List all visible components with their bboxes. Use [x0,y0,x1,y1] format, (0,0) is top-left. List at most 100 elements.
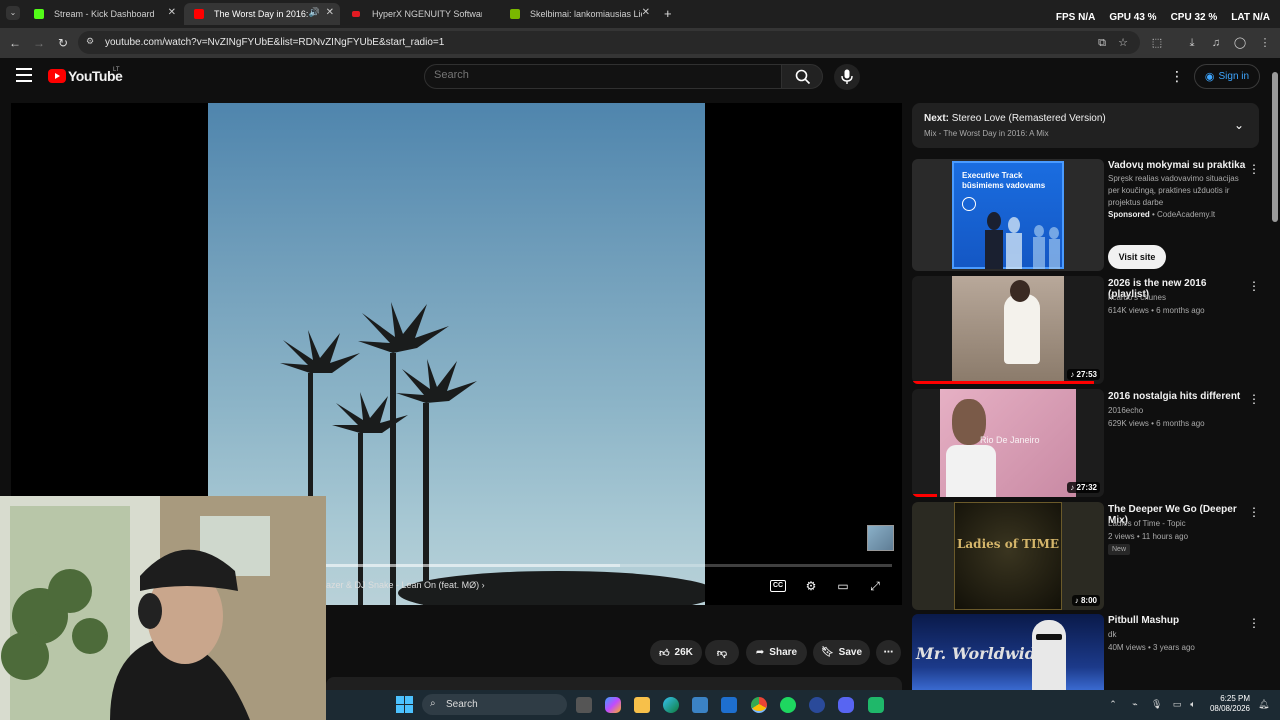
description-box[interactable] [326,677,902,691]
sign-in-button[interactable]: ◉ Sign in [1194,64,1260,89]
back-button[interactable]: ← [6,34,24,52]
settings-gear-icon[interactable]: ⚙ [802,578,820,594]
extensions-icon[interactable]: ⬚ [1150,36,1164,50]
subtitles-icon[interactable]: CC [770,580,786,592]
reload-button[interactable]: ↻ [54,34,72,52]
microphone-icon[interactable]: 🎙︎ [1151,699,1162,709]
taskbar-search-label: Search [446,699,478,710]
download-icon[interactable]: ⤓ [1185,36,1199,50]
ad-thumbnail[interactable]: Executive Track būsimiems vadovams [912,159,1104,271]
discord-icon[interactable] [838,697,854,713]
forward-button[interactable]: → [30,34,48,52]
recommendation-channel[interactable]: dk [1108,629,1248,641]
speaker-icon[interactable]: 🔊 [309,7,320,18]
spotify-icon[interactable] [780,697,796,713]
obs-app-icon[interactable] [868,697,884,713]
tab-youtube[interactable]: The Worst Day in 2016: A M 🔊 ✕ [184,3,340,25]
chevron-up-icon[interactable]: ⌃ [1108,699,1118,709]
close-icon[interactable]: ✕ [642,7,650,18]
dislike-button[interactable]: 👎︎ [705,640,739,665]
like-button[interactable]: 👍︎ 26K [650,640,702,665]
search-button[interactable] [781,64,823,89]
video-progress-bar[interactable] [326,564,892,567]
voice-search-button[interactable] [834,64,860,90]
display-icon[interactable]: ▭ [1172,699,1182,709]
clock-time: 6:25 PM [1220,694,1250,703]
bookmark-star-icon[interactable]: ☆ [1116,36,1130,50]
edge-icon[interactable] [663,697,679,713]
recommendation-title[interactable]: 2016 nostalgia hits different [1108,391,1248,402]
recommendation-thumbnail[interactable]: Rio De Janeiro ♪ 27:32 [912,389,1104,497]
file-explorer-icon[interactable] [634,697,650,713]
head-figure [1010,280,1030,302]
now-playing-chapter[interactable]: azer & DJ Snake - Lean On (feat. MØ) › [326,580,485,590]
scrollbar-thumb[interactable] [1272,72,1278,222]
shirt-figure [946,445,996,497]
task-view-icon[interactable] [576,697,592,713]
tab-skelbimai[interactable]: Skelbimai: lankomiausias Lietuv ✕ [500,3,656,25]
more-vertical-icon[interactable]: ⋮ [1248,505,1260,519]
ad-more-icon[interactable]: ⋮ [1248,162,1260,176]
sign-in-label: Sign in [1218,71,1250,82]
save-button[interactable]: 🔖︎ Save [813,640,870,665]
settings-more-icon[interactable]: ⋮ [1170,68,1184,84]
tab-kick[interactable]: Stream - Kick Dashboard ✕ [24,3,182,25]
thumbs-down-icon: 👎︎ [716,647,728,659]
rio-text: Rio De Janeiro [980,435,1040,445]
more-actions-button[interactable]: ⋯ [876,640,901,665]
tab-hyperx[interactable]: HyperX NGENUITY Software – I [342,3,498,25]
taskbar-clock[interactable]: 6:25 PM 08/08/2026 [1204,694,1250,714]
new-tab-button[interactable]: + [664,6,672,21]
hyperx-favicon-icon [352,11,360,17]
install-app-icon[interactable]: ⧉ [1095,36,1109,50]
copilot-icon[interactable] [605,697,621,713]
chevron-down-icon[interactable]: ⌄ [1234,118,1244,132]
share-button[interactable]: ➦ Share [746,640,807,665]
more-vertical-icon[interactable]: ⋮ [1248,279,1260,293]
sunglasses-figure [1036,634,1062,640]
recommendation-channel[interactable]: ricardo's chunes [1108,292,1248,304]
recommendation-thumbnail[interactable]: Mr. Worldwide [912,614,1104,690]
thumbs-up-icon: 👍︎ [659,647,670,659]
youtube-logo-icon[interactable] [48,69,66,83]
notification-icon[interactable]: 🔔︎ [1258,699,1269,709]
fullscreen-icon[interactable]: ⤢ [866,578,884,594]
duration-badge: ♪ 8:00 [1071,595,1100,606]
recommendation-channel[interactable]: Ladies of Time - Topic [1108,518,1248,530]
browser-menu-icon[interactable]: ⋮ [1258,36,1272,50]
visit-site-button[interactable]: Visit site [1108,245,1166,269]
recommendation-channel[interactable]: 2016echo [1108,405,1248,417]
playlist-panel[interactable] [912,103,1259,148]
more-vertical-icon[interactable]: ⋮ [1248,616,1260,630]
recommendation-thumbnail[interactable]: Ladies of TIME ♪ 8:00 [912,502,1104,610]
store-icon[interactable] [692,697,708,713]
tab-hyperx-label: HyperX NGENUITY Software – I [372,9,482,19]
tab-search-button[interactable]: ⌄ [6,6,20,20]
close-icon[interactable]: ✕ [168,7,176,18]
site-info-icon[interactable]: ⚙ [86,36,98,48]
media-control-icon[interactable]: ♫ [1209,36,1223,50]
video-thumbnail-overlay[interactable] [867,525,894,551]
hamburger-menu-icon[interactable] [16,68,32,82]
ad-creative: Executive Track būsimiems vadovams [952,161,1064,269]
network-icon[interactable]: ⌁ [1130,699,1140,709]
tab-skelbimai-label: Skelbimai: lankomiausias Lietuv [530,9,642,19]
ad-title[interactable]: Vadovų mokymai su praktika [1108,160,1248,171]
webcam-overlay [0,496,326,720]
taskbar-search[interactable]: ⌕ Search [422,694,567,715]
album-cover-text: Ladies of TIME [956,537,1060,551]
recommendation-thumbnail[interactable]: ♪ 27:53 [912,276,1104,384]
save-label: Save [838,647,863,658]
chrome-icon[interactable] [751,697,767,713]
performance-overlay: FPS N/A GPU 43 % CPU 32 % LAT N/A [1056,12,1270,23]
theater-mode-icon[interactable]: ▭ [834,578,852,594]
outlook-icon[interactable] [721,697,737,713]
profile-icon[interactable]: ◯ [1233,36,1247,50]
close-icon[interactable]: ✕ [326,7,334,18]
windows-start-icon[interactable] [396,696,413,713]
search-input[interactable] [434,69,764,81]
app-icon[interactable] [809,697,825,713]
recommendation-title[interactable]: Pitbull Mashup [1108,615,1248,626]
volume-icon[interactable]: 🔈︎ [1188,699,1198,709]
more-vertical-icon[interactable]: ⋮ [1248,392,1260,406]
